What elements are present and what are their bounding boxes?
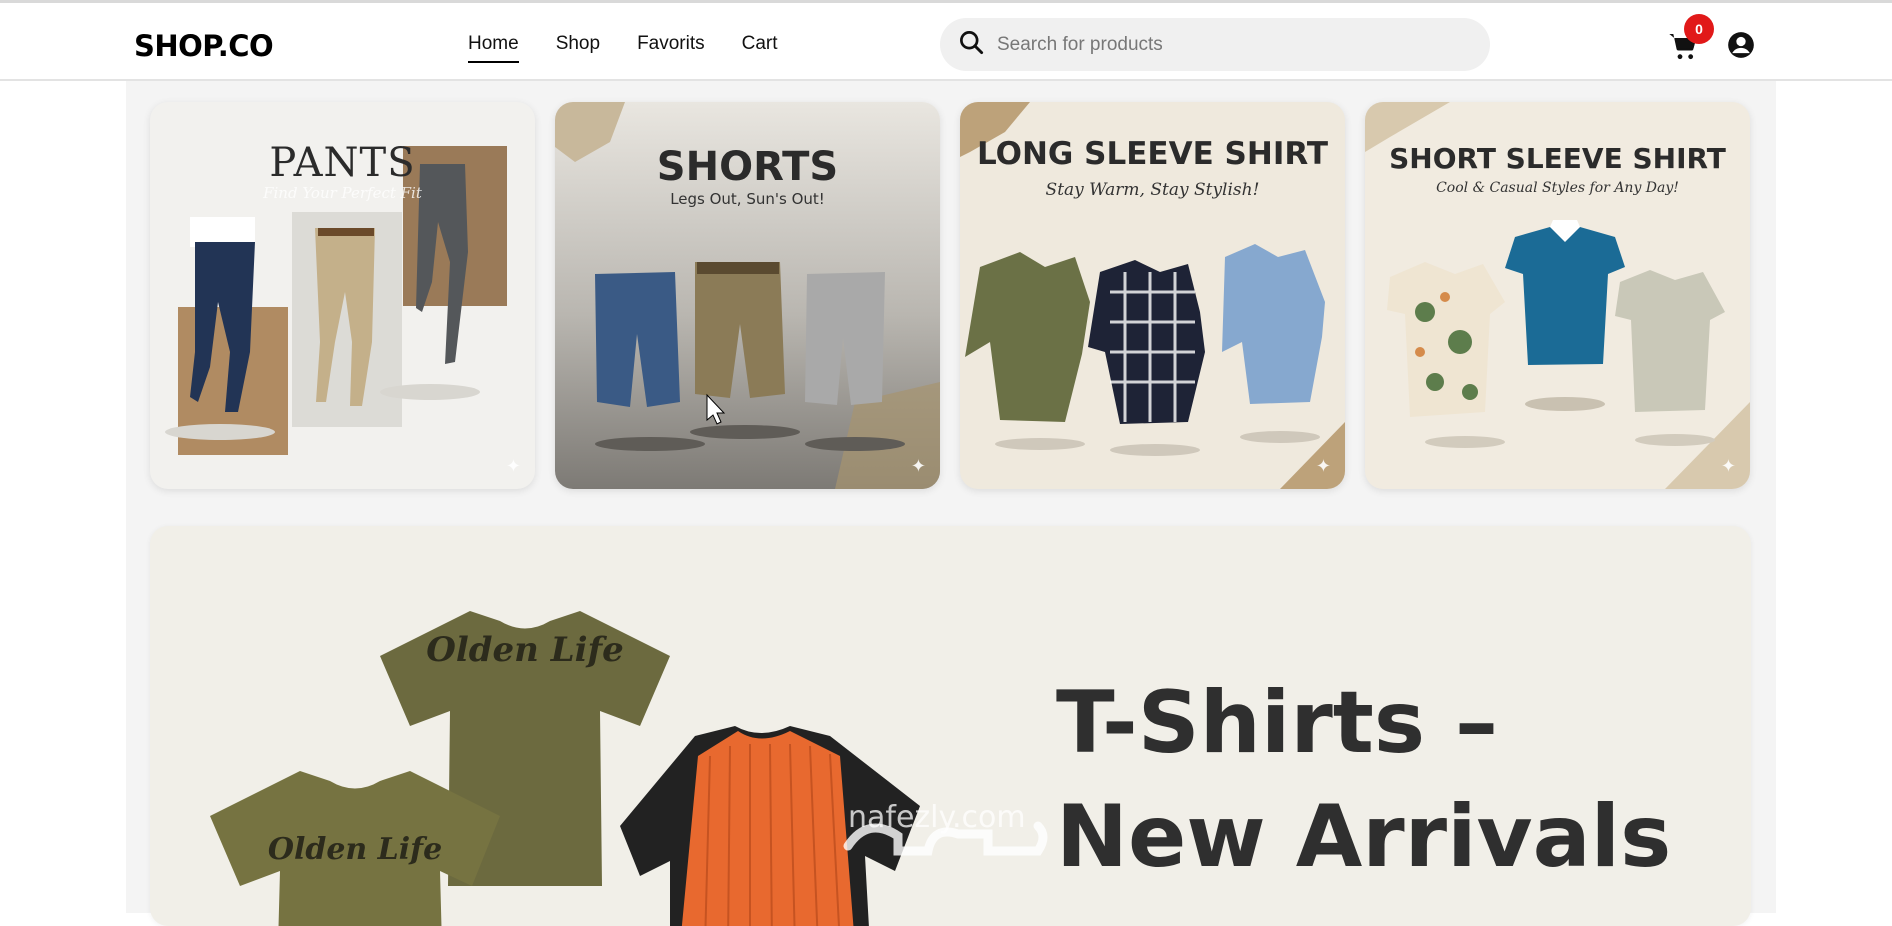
watermark-text: nafezly.com bbox=[848, 800, 1026, 835]
brand-logo[interactable]: SHOP.CO bbox=[134, 29, 274, 63]
main-nav: Home Shop Favorits Cart bbox=[468, 33, 815, 63]
tshirts-image: Olden Life Olden Life bbox=[210, 611, 920, 926]
category-card-long-sleeve[interactable]: LONG SLEEVE SHIRT Stay Warm, Stay Stylis… bbox=[960, 102, 1345, 489]
sparkle-icon: ✦ bbox=[505, 456, 521, 476]
category-title: LONG SLEEVE SHIRT bbox=[976, 136, 1328, 172]
sparkle-icon: ✦ bbox=[1315, 456, 1331, 476]
shirt-print: Olden Life bbox=[426, 630, 624, 670]
category-title: SHORT SLEEVE SHIRT bbox=[1389, 142, 1726, 175]
category-card-pants[interactable]: PANTS Find Your Perfect Fit ✦ bbox=[150, 102, 535, 489]
banner-title-line-1: T-Shirts – bbox=[1056, 673, 1499, 773]
category-subtitle: Stay Warm, Stay Stylish! bbox=[1045, 180, 1260, 200]
category-title: PANTS bbox=[269, 140, 416, 186]
page-margin bbox=[0, 81, 126, 913]
nav-favorits[interactable]: Favorits bbox=[637, 33, 705, 63]
search-bar[interactable] bbox=[940, 18, 1490, 71]
tshirts-banner[interactable]: Olden Life Olden Life T-Shirts – New Arr… bbox=[150, 526, 1751, 926]
category-subtitle: Cool & Casual Styles for Any Day! bbox=[1436, 180, 1679, 196]
sparkle-icon: ✦ bbox=[1720, 456, 1736, 476]
top-header: SHOP.CO Home Shop Favorits Cart 0 bbox=[0, 0, 1892, 81]
nav-home[interactable]: Home bbox=[468, 33, 519, 63]
cart-count-badge: 0 bbox=[1684, 14, 1714, 44]
category-subtitle: Find Your Perfect Fit bbox=[263, 184, 422, 202]
sparkle-icon: ✦ bbox=[910, 456, 926, 476]
banner-title: T-Shirts – New Arrivals bbox=[1056, 666, 1671, 894]
banner-title-line-2: New Arrivals bbox=[1056, 787, 1672, 887]
user-icon[interactable] bbox=[1727, 31, 1755, 59]
category-title: SHORTS bbox=[656, 144, 839, 190]
nav-shop[interactable]: Shop bbox=[556, 33, 600, 63]
search-input[interactable] bbox=[997, 33, 1457, 56]
category-card-short-sleeve[interactable]: SHORT SLEEVE SHIRT Cool & Casual Styles … bbox=[1365, 102, 1750, 489]
nav-cart[interactable]: Cart bbox=[742, 33, 778, 63]
category-card-shorts[interactable]: SHORTS Legs Out, Sun's Out! ✦ bbox=[555, 102, 940, 489]
category-subtitle: Legs Out, Sun's Out! bbox=[670, 190, 825, 208]
search-icon[interactable] bbox=[958, 29, 985, 61]
shirt-print: Olden Life bbox=[268, 832, 442, 867]
